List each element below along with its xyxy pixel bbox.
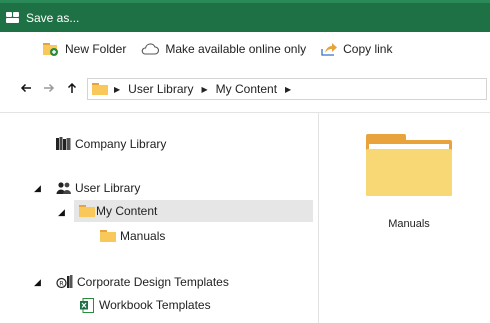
forward-button[interactable] <box>41 81 57 97</box>
folder-icon <box>79 205 95 217</box>
breadcrumb-folder-icon <box>92 83 108 95</box>
excel-workbook-icon <box>80 297 94 313</box>
breadcrumb-separator-icon: ▶ <box>201 84 208 94</box>
template-library-icon: R <box>56 275 74 289</box>
tree-item-label: User Library <box>75 181 141 195</box>
large-folder-icon <box>366 132 452 196</box>
make-available-online-button[interactable]: Make available online only <box>140 42 306 56</box>
share-icon <box>320 41 338 57</box>
tree-item-label: Manuals <box>120 229 166 243</box>
arrow-up-icon <box>67 82 77 93</box>
collapse-toggle-icon[interactable]: ◢ <box>58 207 65 218</box>
toolbar: New Folder Make available online only Co… <box>0 32 490 66</box>
tree-item-user-library[interactable]: User Library <box>56 177 140 199</box>
tree-item-manuals[interactable]: Manuals <box>100 225 165 247</box>
collapse-toggle-icon[interactable]: ◢ <box>34 277 41 288</box>
arrow-left-icon <box>20 83 31 93</box>
copy-link-label: Copy link <box>343 42 393 56</box>
pane-splitter[interactable] <box>318 112 319 323</box>
tree-item-corporate-design-templates[interactable]: R Corporate Design Templates <box>56 271 229 293</box>
tree-item-label: Company Library <box>75 137 167 151</box>
collapse-toggle-icon[interactable]: ◢ <box>34 183 41 194</box>
tree-item-workbook-templates[interactable]: Workbook Templates <box>80 294 211 316</box>
new-folder-label: New Folder <box>65 42 127 56</box>
app-icon <box>6 11 20 24</box>
tree-item-label: My Content <box>96 204 158 218</box>
up-button[interactable] <box>64 81 80 97</box>
tree-item-company-library[interactable]: Company Library <box>56 133 166 155</box>
users-icon <box>56 181 72 195</box>
navigation-bar: ▶ User Library ▶ My Content ▶ <box>0 76 490 102</box>
new-folder-icon <box>42 41 60 57</box>
new-folder-button[interactable]: New Folder <box>42 41 126 57</box>
address-bar[interactable]: ▶ User Library ▶ My Content ▶ <box>87 78 487 100</box>
breadcrumb-dropdown-icon[interactable]: ▶ <box>285 85 291 94</box>
library-books-icon <box>56 137 72 151</box>
make-available-online-label: Make available online only <box>165 42 307 56</box>
breadcrumb-user-library[interactable]: User Library <box>128 82 193 96</box>
tree-item-label: Corporate Design Templates <box>77 275 229 289</box>
breadcrumb-separator-icon: ▶ <box>114 84 121 94</box>
tree-item-label: Workbook Templates <box>99 298 211 312</box>
cloud-icon <box>140 42 160 56</box>
svg-text:R: R <box>59 280 64 288</box>
folder-tile-manuals[interactable]: Manuals <box>352 128 466 234</box>
tree-item-my-content[interactable]: My Content <box>74 200 313 222</box>
breadcrumb-my-content[interactable]: My Content <box>216 82 277 96</box>
back-button[interactable] <box>18 81 34 97</box>
folder-icon <box>100 230 116 242</box>
copy-link-button[interactable]: Copy link <box>320 41 392 57</box>
title-bar: Save as... <box>0 0 490 32</box>
folder-tree: Company Library ◢ User Library ◢ My Cont… <box>0 113 318 323</box>
arrow-right-icon <box>44 83 55 93</box>
folder-tile-label: Manuals <box>388 218 430 230</box>
window-title: Save as... <box>26 10 80 25</box>
